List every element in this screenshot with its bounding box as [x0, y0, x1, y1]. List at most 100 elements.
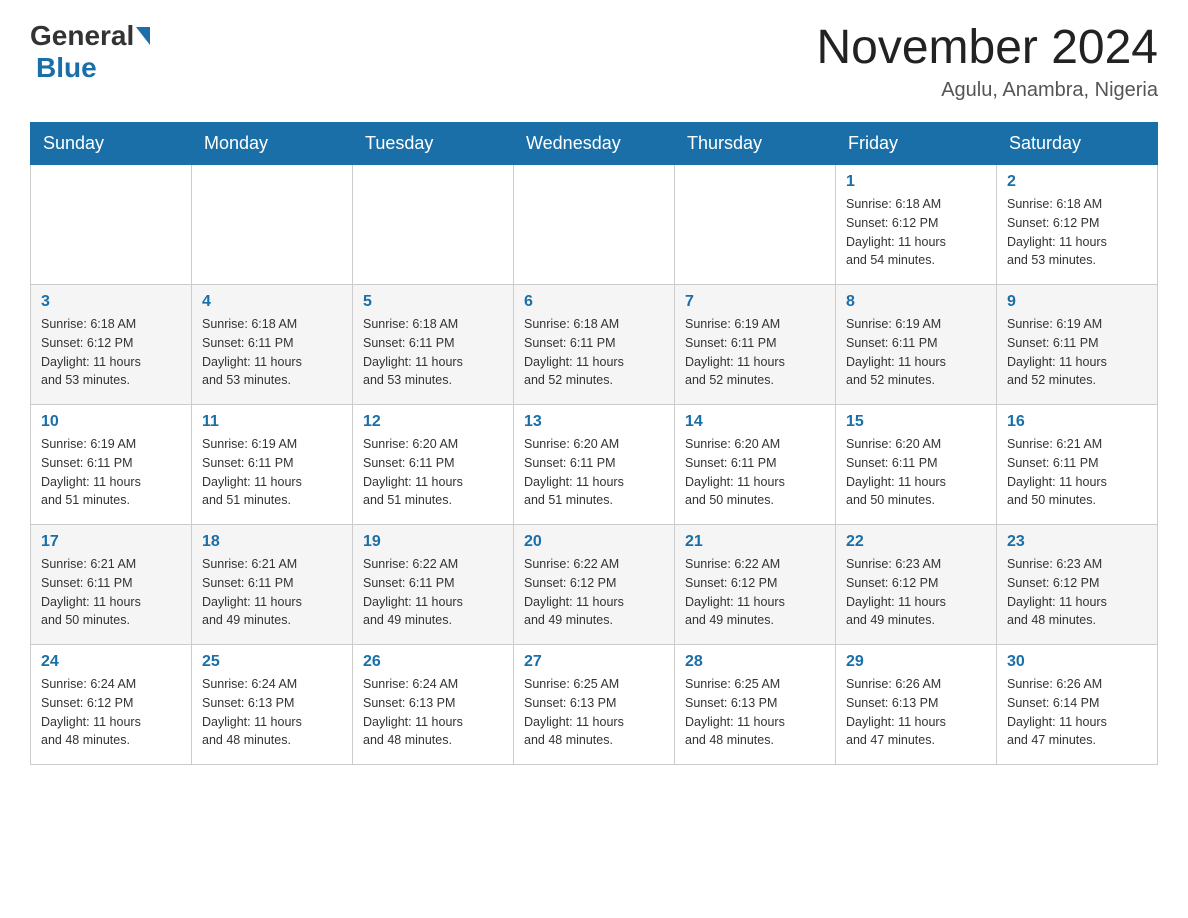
day-info: Sunrise: 6:20 AM Sunset: 6:11 PM Dayligh…: [846, 435, 986, 510]
day-number: 30: [1007, 653, 1147, 671]
day-number: 23: [1007, 533, 1147, 551]
location: Agulu, Anambra, Nigeria: [816, 79, 1158, 102]
day-number: 28: [685, 653, 825, 671]
logo-general-text: General: [30, 20, 134, 52]
day-number: 2: [1007, 173, 1147, 191]
calendar-cell: 7 Sunrise: 6:19 AM Sunset: 6:11 PM Daylig…: [675, 285, 836, 405]
calendar-cell: 16 Sunrise: 6:21 AM Sunset: 6:11 PM Dayli…: [997, 405, 1158, 525]
day-info: Sunrise: 6:20 AM Sunset: 6:11 PM Dayligh…: [685, 435, 825, 510]
calendar-cell: [514, 165, 675, 285]
day-info: Sunrise: 6:26 AM Sunset: 6:13 PM Dayligh…: [846, 675, 986, 750]
calendar-cell: 23 Sunrise: 6:23 AM Sunset: 6:12 PM Dayli…: [997, 525, 1158, 645]
day-info: Sunrise: 6:18 AM Sunset: 6:11 PM Dayligh…: [524, 315, 664, 390]
day-number: 8: [846, 293, 986, 311]
day-number: 15: [846, 413, 986, 431]
calendar-cell: 5 Sunrise: 6:18 AM Sunset: 6:11 PM Daylig…: [353, 285, 514, 405]
day-info: Sunrise: 6:26 AM Sunset: 6:14 PM Dayligh…: [1007, 675, 1147, 750]
calendar-week-row: 10 Sunrise: 6:19 AM Sunset: 6:11 PM Dayli…: [31, 405, 1158, 525]
calendar-table: SundayMondayTuesdayWednesdayThursdayFrid…: [30, 122, 1158, 765]
calendar-cell: 8 Sunrise: 6:19 AM Sunset: 6:11 PM Daylig…: [836, 285, 997, 405]
day-number: 9: [1007, 293, 1147, 311]
calendar-cell: 3Sunrise: 6:18 AM Sunset: 6:12 PM Daylig…: [31, 285, 192, 405]
calendar-cell: [192, 165, 353, 285]
day-info: Sunrise: 6:25 AM Sunset: 6:13 PM Dayligh…: [524, 675, 664, 750]
day-number: 7: [685, 293, 825, 311]
day-info: Sunrise: 6:19 AM Sunset: 6:11 PM Dayligh…: [685, 315, 825, 390]
calendar-cell: 2 Sunrise: 6:18 AM Sunset: 6:12 PM Daylig…: [997, 165, 1158, 285]
day-info: Sunrise: 6:25 AM Sunset: 6:13 PM Dayligh…: [685, 675, 825, 750]
calendar-cell: 4 Sunrise: 6:18 AM Sunset: 6:11 PM Daylig…: [192, 285, 353, 405]
calendar-cell: 10 Sunrise: 6:19 AM Sunset: 6:11 PM Dayli…: [31, 405, 192, 525]
day-number: 19: [363, 533, 503, 551]
day-number: 5: [363, 293, 503, 311]
calendar-cell: 6 Sunrise: 6:18 AM Sunset: 6:11 PM Daylig…: [514, 285, 675, 405]
day-number: 16: [1007, 413, 1147, 431]
calendar-cell: 11 Sunrise: 6:19 AM Sunset: 6:11 PM Dayli…: [192, 405, 353, 525]
calendar-cell: 20 Sunrise: 6:22 AM Sunset: 6:12 PM Dayli…: [514, 525, 675, 645]
day-number: 11: [202, 413, 342, 431]
day-info: Sunrise: 6:20 AM Sunset: 6:11 PM Dayligh…: [524, 435, 664, 510]
day-number: 1: [846, 173, 986, 191]
calendar-cell: 27 Sunrise: 6:25 AM Sunset: 6:13 PM Dayli…: [514, 645, 675, 765]
day-info: Sunrise: 6:18 AM Sunset: 6:11 PM Dayligh…: [363, 315, 503, 390]
day-info: Sunrise: 6:19 AM Sunset: 6:11 PM Dayligh…: [846, 315, 986, 390]
calendar-cell: 30 Sunrise: 6:26 AM Sunset: 6:14 PM Dayli…: [997, 645, 1158, 765]
calendar-cell: 28 Sunrise: 6:25 AM Sunset: 6:13 PM Dayli…: [675, 645, 836, 765]
day-info: Sunrise: 6:23 AM Sunset: 6:12 PM Dayligh…: [1007, 555, 1147, 630]
weekday-header-tuesday: Tuesday: [353, 123, 514, 165]
calendar-cell: [675, 165, 836, 285]
logo-arrow-icon: [136, 27, 150, 45]
day-info: Sunrise: 6:18 AM Sunset: 6:11 PM Dayligh…: [202, 315, 342, 390]
calendar-cell: 14Sunrise: 6:20 AM Sunset: 6:11 PM Dayli…: [675, 405, 836, 525]
day-info: Sunrise: 6:22 AM Sunset: 6:11 PM Dayligh…: [363, 555, 503, 630]
day-info: Sunrise: 6:21 AM Sunset: 6:11 PM Dayligh…: [1007, 435, 1147, 510]
day-info: Sunrise: 6:22 AM Sunset: 6:12 PM Dayligh…: [685, 555, 825, 630]
day-number: 17: [41, 533, 181, 551]
calendar-cell: 13 Sunrise: 6:20 AM Sunset: 6:11 PM Dayli…: [514, 405, 675, 525]
day-number: 4: [202, 293, 342, 311]
calendar-cell: 17Sunrise: 6:21 AM Sunset: 6:11 PM Dayli…: [31, 525, 192, 645]
logo: General Blue: [30, 20, 152, 84]
day-info: Sunrise: 6:24 AM Sunset: 6:13 PM Dayligh…: [363, 675, 503, 750]
day-info: Sunrise: 6:19 AM Sunset: 6:11 PM Dayligh…: [41, 435, 181, 510]
day-info: Sunrise: 6:18 AM Sunset: 6:12 PM Dayligh…: [1007, 195, 1147, 270]
weekday-header-sunday: Sunday: [31, 123, 192, 165]
month-title: November 2024: [816, 20, 1158, 75]
calendar-cell: 19 Sunrise: 6:22 AM Sunset: 6:11 PM Dayli…: [353, 525, 514, 645]
calendar-cell: 25Sunrise: 6:24 AM Sunset: 6:13 PM Dayli…: [192, 645, 353, 765]
day-info: Sunrise: 6:18 AM Sunset: 6:12 PM Dayligh…: [41, 315, 181, 390]
day-number: 12: [363, 413, 503, 431]
weekday-header-friday: Friday: [836, 123, 997, 165]
weekday-header-monday: Monday: [192, 123, 353, 165]
weekday-header-wednesday: Wednesday: [514, 123, 675, 165]
calendar-header-row: SundayMondayTuesdayWednesdayThursdayFrid…: [31, 123, 1158, 165]
day-number: 29: [846, 653, 986, 671]
day-info: Sunrise: 6:18 AM Sunset: 6:12 PM Dayligh…: [846, 195, 986, 270]
day-info: Sunrise: 6:19 AM Sunset: 6:11 PM Dayligh…: [202, 435, 342, 510]
weekday-header-saturday: Saturday: [997, 123, 1158, 165]
day-info: Sunrise: 6:24 AM Sunset: 6:13 PM Dayligh…: [202, 675, 342, 750]
calendar-cell: 15 Sunrise: 6:20 AM Sunset: 6:11 PM Dayli…: [836, 405, 997, 525]
day-number: 22: [846, 533, 986, 551]
day-number: 26: [363, 653, 503, 671]
weekday-header-thursday: Thursday: [675, 123, 836, 165]
calendar-cell: 24Sunrise: 6:24 AM Sunset: 6:12 PM Dayli…: [31, 645, 192, 765]
day-number: 13: [524, 413, 664, 431]
day-number: 21: [685, 533, 825, 551]
page-header: General Blue November 2024 Agulu, Anambr…: [30, 20, 1158, 102]
day-info: Sunrise: 6:22 AM Sunset: 6:12 PM Dayligh…: [524, 555, 664, 630]
calendar-cell: 21 Sunrise: 6:22 AM Sunset: 6:12 PM Dayli…: [675, 525, 836, 645]
day-number: 18: [202, 533, 342, 551]
day-number: 27: [524, 653, 664, 671]
day-number: 6: [524, 293, 664, 311]
calendar-cell: 29 Sunrise: 6:26 AM Sunset: 6:13 PM Dayli…: [836, 645, 997, 765]
calendar-week-row: 1 Sunrise: 6:18 AM Sunset: 6:12 PM Daylig…: [31, 165, 1158, 285]
day-number: 24: [41, 653, 181, 671]
calendar-week-row: 17 Sunrise: 6:21 AM Sunset: 6:11 PM Dayli…: [31, 525, 1158, 645]
day-number: 20: [524, 533, 664, 551]
calendar-cell: 9Sunrise: 6:19 AM Sunset: 6:11 PM Daylig…: [997, 285, 1158, 405]
calendar-cell: 26 Sunrise: 6:24 AM Sunset: 6:13 PM Dayli…: [353, 645, 514, 765]
day-number: 10: [41, 413, 181, 431]
calendar-week-row: 3Sunrise: 6:18 AM Sunset: 6:12 PM Daylig…: [31, 285, 1158, 405]
day-info: Sunrise: 6:21 AM Sunset: 6:11 PM Dayligh…: [202, 555, 342, 630]
